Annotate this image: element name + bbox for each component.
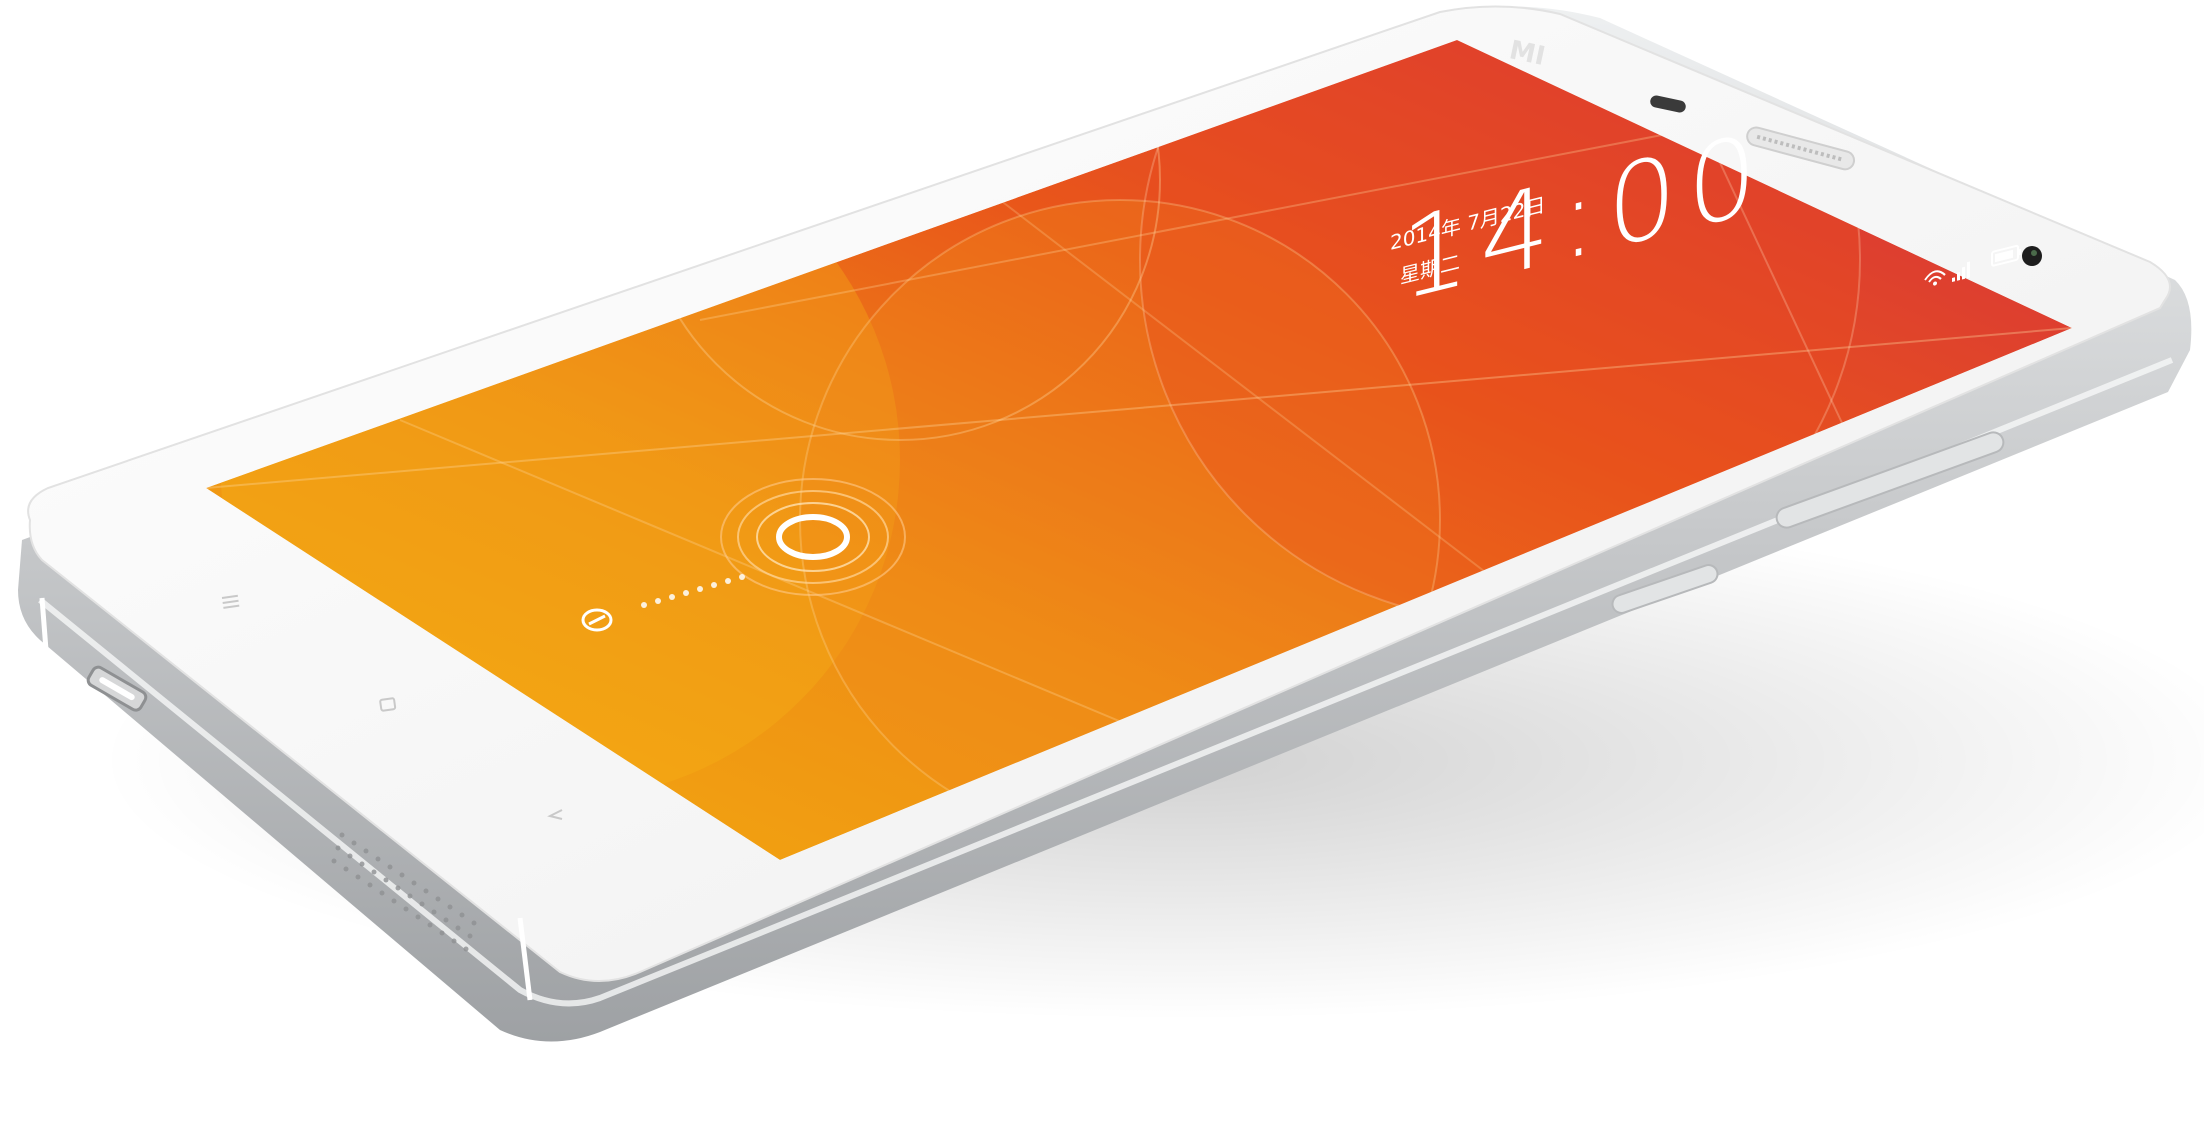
product-photo: 14:00 2014年 7月22日 星期二 MI	[18, 5, 2204, 1042]
front-camera-icon	[2022, 246, 2042, 266]
